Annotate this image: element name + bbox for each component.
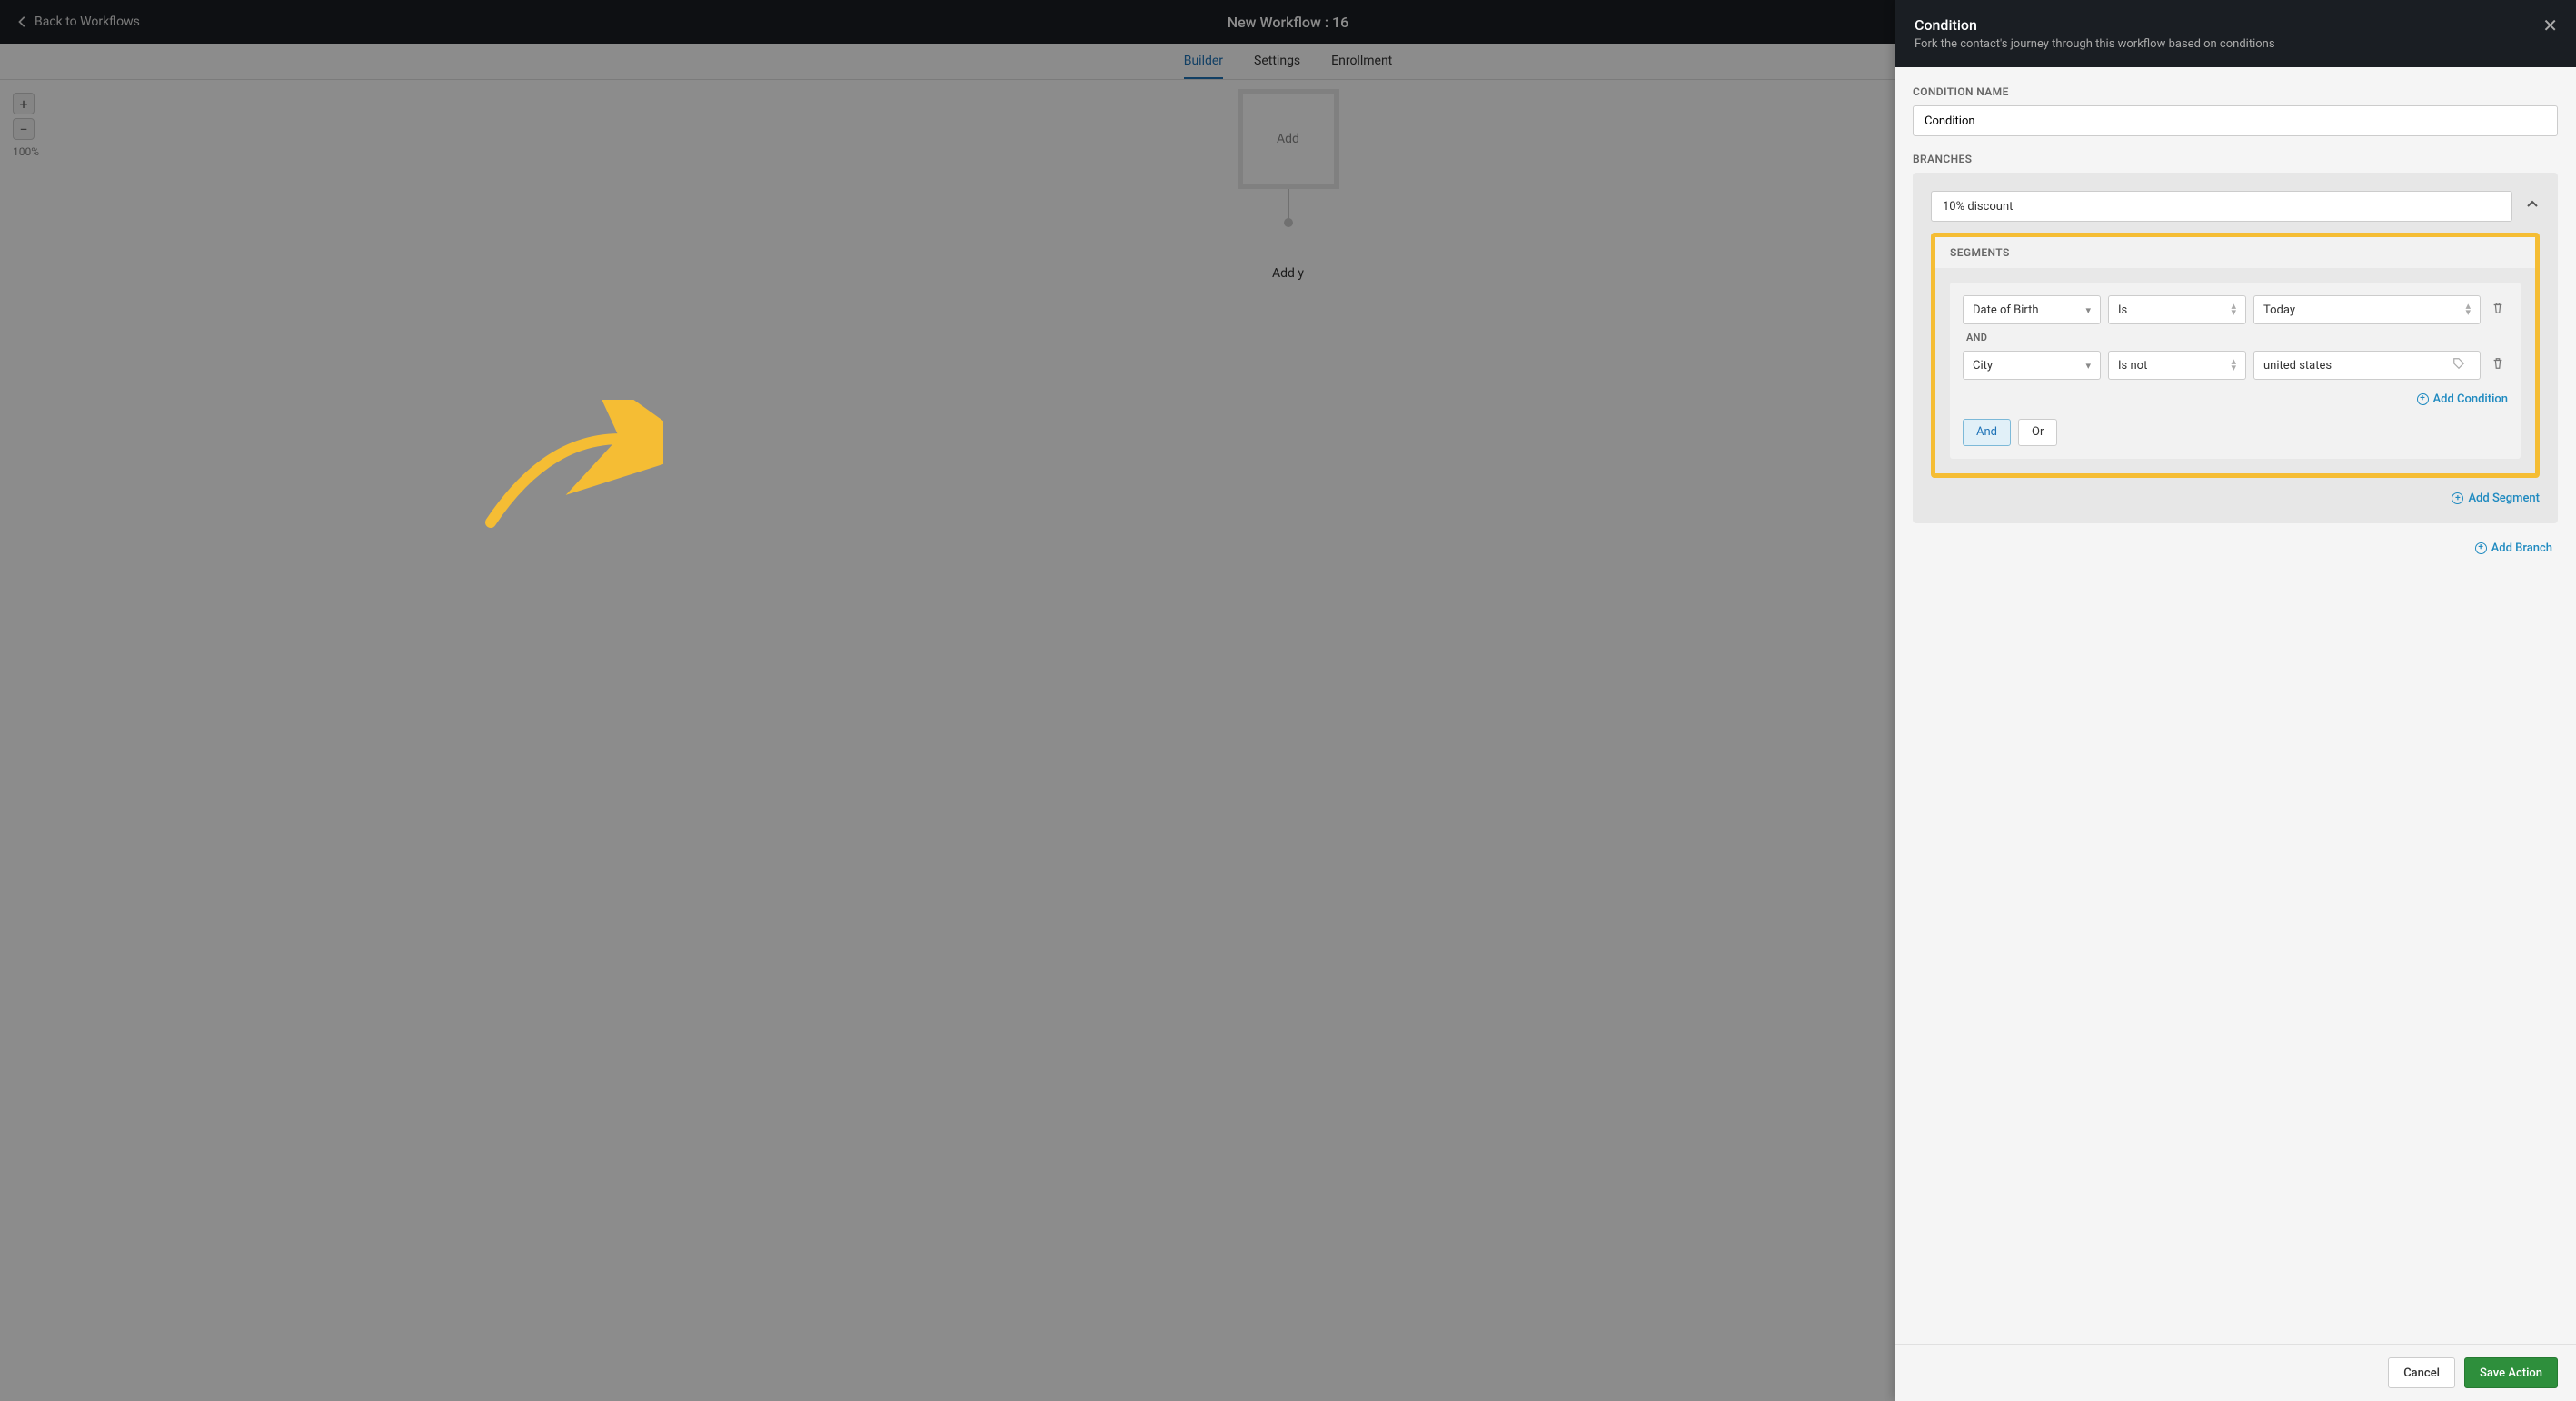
add-condition-button[interactable]: + Add Condition [2417, 392, 2509, 406]
rule-field-1: City [1973, 359, 1993, 373]
trash-icon[interactable] [2488, 353, 2508, 377]
plus-circle-icon: + [2452, 492, 2463, 504]
add-condition-row: + Add Condition [1963, 387, 2508, 406]
chevron-down-icon: ▾ [2085, 360, 2091, 372]
close-icon[interactable]: ✕ [2542, 16, 2558, 35]
rule-field-select[interactable]: City ▾ [1963, 351, 2101, 380]
add-branch-row: + Add Branch [1913, 536, 2558, 555]
rule-val-1: united states [2263, 359, 2332, 373]
rule-row-1: City ▾ Is not ▴▾ united states [1963, 351, 2508, 380]
rule-field-0: Date of Birth [1973, 303, 2039, 317]
condition-panel: Condition Fork the contact's journey thr… [1895, 0, 2576, 1401]
and-divider: AND [1966, 332, 2508, 343]
rule-value-input[interactable]: united states [2253, 351, 2481, 380]
or-button[interactable]: Or [2018, 419, 2057, 446]
add-segment-label: Add Segment [2468, 492, 2540, 505]
stepper-icon: ▴▾ [2231, 303, 2236, 315]
branch-header: 10% discount [1931, 191, 2540, 222]
rule-op-1: Is not [2118, 359, 2147, 373]
add-segment-row: + Add Segment [1931, 487, 2540, 506]
rule-value-select[interactable]: Today ▴▾ [2253, 295, 2481, 324]
branch-name-text: 10% discount [1943, 200, 2013, 214]
rule-op-0: Is [2118, 303, 2127, 317]
condition-name-input[interactable] [1913, 105, 2558, 136]
add-condition-label: Add Condition [2433, 392, 2509, 406]
add-branch-label: Add Branch [2491, 542, 2552, 555]
branch-name-input[interactable]: 10% discount [1931, 191, 2512, 222]
plus-circle-icon: + [2475, 542, 2487, 554]
segments-titlebar: Segments [1935, 237, 2535, 268]
segments-label: Segments [1950, 246, 2521, 259]
andor-toggle: And Or [1963, 419, 2508, 446]
tag-icon [2452, 357, 2465, 373]
panel-footer: Cancel Save Action [1895, 1344, 2576, 1401]
stepper-icon: ▴▾ [2231, 359, 2236, 371]
branch-card: 10% discount Segments Date of Birth ▾ [1913, 173, 2558, 523]
condition-name-label: Condition Name [1913, 85, 2558, 98]
rule-group: Date of Birth ▾ Is ▴▾ Today ▴▾ [1950, 283, 2521, 459]
rule-operator-select[interactable]: Is not ▴▾ [2108, 351, 2246, 380]
and-button[interactable]: And [1963, 419, 2011, 446]
stepper-icon: ▴▾ [2465, 303, 2471, 315]
rule-operator-select[interactable]: Is ▴▾ [2108, 295, 2246, 324]
panel-title: Condition [1915, 16, 2556, 34]
trash-icon[interactable] [2488, 298, 2508, 322]
rule-val-0: Today [2263, 303, 2295, 317]
panel-subtitle: Fork the contact's journey through this … [1915, 37, 2556, 51]
save-action-button[interactable]: Save Action [2464, 1357, 2558, 1388]
rule-field-select[interactable]: Date of Birth ▾ [1963, 295, 2101, 324]
chevron-down-icon: ▾ [2085, 304, 2091, 316]
chevron-up-icon[interactable] [2525, 197, 2540, 215]
branches-label: Branches [1913, 153, 2558, 165]
cancel-button[interactable]: Cancel [2388, 1357, 2455, 1388]
panel-body: Condition Name Branches 10% discount Seg… [1895, 67, 2576, 1344]
panel-header: Condition Fork the contact's journey thr… [1895, 0, 2576, 67]
add-segment-button[interactable]: + Add Segment [2452, 492, 2540, 505]
add-branch-button[interactable]: + Add Branch [2475, 542, 2552, 555]
plus-circle-icon: + [2417, 393, 2429, 405]
rule-row-0: Date of Birth ▾ Is ▴▾ Today ▴▾ [1963, 295, 2508, 324]
segments-card: Segments Date of Birth ▾ Is ▴▾ [1931, 233, 2540, 478]
